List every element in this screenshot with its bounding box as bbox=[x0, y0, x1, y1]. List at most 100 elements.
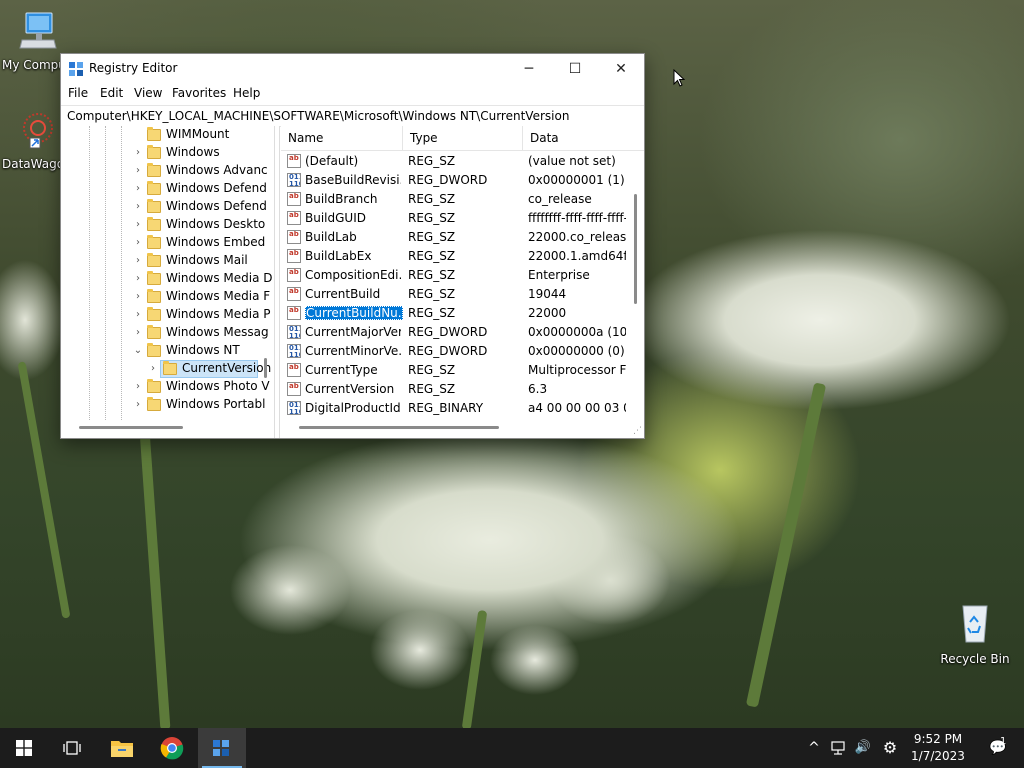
address-bar[interactable]: Computer\HKEY_LOCAL_MACHINE\SOFTWARE\Mic… bbox=[61, 105, 644, 127]
chevron-right-icon[interactable]: › bbox=[131, 396, 145, 414]
chevron-right-icon[interactable]: › bbox=[131, 180, 145, 198]
column-header-type[interactable]: Type bbox=[403, 126, 523, 150]
column-header-data[interactable]: Data bbox=[523, 126, 644, 150]
desktop-icon-recycle-bin[interactable]: Recycle Bin bbox=[937, 600, 1013, 666]
tree-item-label: Windows Defend bbox=[166, 199, 267, 213]
minimize-button[interactable]: ─ bbox=[506, 54, 552, 84]
tree-item[interactable]: › Windows Defend bbox=[61, 180, 274, 198]
value-row-selected[interactable]: ab CurrentBuildNu... REG_SZ 22000 bbox=[281, 304, 631, 323]
file-explorer-taskbar-button[interactable] bbox=[98, 728, 146, 768]
tree-expander[interactable] bbox=[131, 126, 145, 144]
menu-favorites[interactable]: Favorites bbox=[172, 86, 226, 100]
value-name: CurrentBuildNu... bbox=[305, 306, 403, 320]
value-row[interactable]: ab (Default) REG_SZ (value not set) bbox=[281, 152, 631, 171]
menu-help[interactable]: Help bbox=[233, 86, 260, 100]
show-hidden-icons-chevron[interactable]: ^ bbox=[804, 728, 824, 768]
tree-item[interactable]: › Windows Photo V bbox=[61, 378, 274, 396]
binary-value-icon: 011 110 bbox=[287, 173, 301, 187]
chrome-taskbar-button[interactable] bbox=[148, 728, 196, 768]
chevron-right-icon[interactable]: › bbox=[131, 270, 145, 288]
menu-view[interactable]: View bbox=[134, 86, 162, 100]
tree-item[interactable]: › Windows Portabl bbox=[61, 396, 274, 414]
chevron-right-icon[interactable]: › bbox=[146, 360, 160, 378]
chevron-right-icon[interactable]: › bbox=[131, 162, 145, 180]
chevron-right-icon[interactable]: › bbox=[131, 288, 145, 306]
tree-horizontal-scrollbar[interactable] bbox=[79, 426, 183, 429]
settings-gear-icon[interactable]: ⚙ bbox=[878, 728, 902, 768]
values-horizontal-scrollbar[interactable] bbox=[299, 426, 499, 429]
folder-icon bbox=[147, 271, 161, 285]
close-button[interactable]: ✕ bbox=[598, 54, 644, 84]
value-row[interactable]: ab CompositionEdi... REG_SZ Enterprise bbox=[281, 266, 631, 285]
chevron-right-icon[interactable]: › bbox=[131, 252, 145, 270]
tree-item[interactable]: › Windows Mail bbox=[61, 252, 274, 270]
task-view-button[interactable] bbox=[48, 728, 96, 768]
chevron-right-icon[interactable]: › bbox=[131, 144, 145, 162]
value-name: CurrentMinorVe... bbox=[305, 344, 401, 358]
chevron-right-icon[interactable]: › bbox=[131, 198, 145, 216]
menu-file[interactable]: File bbox=[68, 86, 88, 100]
tree-item[interactable]: › Windows Deskto bbox=[61, 216, 274, 234]
tree-item[interactable]: › Windows Defend bbox=[61, 198, 274, 216]
value-row[interactable]: 011 110 DigitalProductId REG_BINARY a4 0… bbox=[281, 399, 631, 418]
registry-editor-window[interactable]: Registry Editor ─ ☐ ✕ File Edit View Fav… bbox=[60, 53, 645, 439]
tree-item-windows-nt[interactable]: ⌄ Windows NT bbox=[61, 342, 274, 360]
values-list-pane[interactable]: Name Type Data ab (Default) REG_SZ (valu… bbox=[281, 126, 644, 438]
registry-editor-icon bbox=[68, 61, 84, 77]
value-data: co_release bbox=[528, 192, 592, 206]
start-button[interactable] bbox=[0, 728, 48, 768]
chevron-right-icon[interactable]: › bbox=[131, 378, 145, 396]
chevron-down-icon[interactable]: ⌄ bbox=[131, 342, 145, 360]
tree-item[interactable]: › Windows bbox=[61, 144, 274, 162]
tree-item[interactable]: WIMMount bbox=[61, 126, 274, 144]
chevron-right-icon[interactable]: › bbox=[131, 306, 145, 324]
value-row[interactable]: ab BuildGUID REG_SZ ffffffff-ffff-ffff-f… bbox=[281, 209, 631, 228]
value-row[interactable]: ab CurrentBuild REG_SZ 19044 bbox=[281, 285, 631, 304]
tree-item-label: CurrentVersion bbox=[182, 361, 272, 375]
chevron-right-icon[interactable]: › bbox=[131, 216, 145, 234]
value-row[interactable]: ab CurrentVersion REG_SZ 6.3 bbox=[281, 380, 631, 399]
notification-center-button[interactable]: 💬 1 bbox=[978, 728, 1018, 768]
value-row[interactable]: ab BuildLabEx REG_SZ 22000.1.amd64fre.c bbox=[281, 247, 631, 266]
value-row[interactable]: ab CurrentType REG_SZ Multiprocessor Fre bbox=[281, 361, 631, 380]
folder-icon bbox=[147, 199, 161, 213]
task-view-icon bbox=[63, 741, 81, 755]
value-row[interactable]: 011 110 CurrentMajorVer... REG_DWORD 0x0… bbox=[281, 323, 631, 342]
volume-icon[interactable]: 🔊 bbox=[852, 728, 874, 768]
maximize-button[interactable]: ☐ bbox=[552, 54, 598, 84]
pane-splitter[interactable] bbox=[274, 126, 280, 438]
clock[interactable]: 9:52 PM 1/7/2023 bbox=[904, 731, 972, 765]
string-value-icon: ab bbox=[287, 382, 301, 396]
value-type: REG_SZ bbox=[408, 287, 456, 301]
title-bar[interactable]: Registry Editor ─ ☐ ✕ bbox=[61, 54, 644, 84]
tree-item[interactable]: › Windows Media F bbox=[61, 288, 274, 306]
column-headers: Name Type Data bbox=[281, 126, 644, 151]
key-tree-pane[interactable]: WIMMount › Windows › Windows Advanc › Wi… bbox=[61, 126, 274, 438]
open-folder-icon bbox=[163, 361, 177, 375]
tree-item[interactable]: › Windows Messag bbox=[61, 324, 274, 342]
tree-vertical-scrollbar[interactable] bbox=[264, 358, 267, 378]
column-header-name[interactable]: Name bbox=[281, 126, 403, 150]
value-row[interactable]: ab BuildLab REG_SZ 22000.co_release.2 bbox=[281, 228, 631, 247]
value-type: REG_SZ bbox=[408, 154, 456, 168]
resize-grip-icon[interactable]: ⋰ bbox=[633, 426, 642, 436]
value-data: Enterprise bbox=[528, 268, 590, 282]
file-explorer-icon bbox=[111, 741, 133, 757]
values-vertical-scrollbar[interactable] bbox=[634, 194, 637, 304]
address-path[interactable]: Computer\HKEY_LOCAL_MACHINE\SOFTWARE\Mic… bbox=[67, 109, 569, 123]
value-row[interactable]: ab BuildBranch REG_SZ co_release bbox=[281, 190, 631, 209]
plant-stem bbox=[461, 609, 488, 728]
value-row[interactable]: 011 110 BaseBuildRevisi... REG_DWORD 0x0… bbox=[281, 171, 631, 190]
tree-item[interactable]: › Windows Media P bbox=[61, 306, 274, 324]
network-icon[interactable] bbox=[828, 728, 850, 768]
chevron-right-icon[interactable]: › bbox=[131, 324, 145, 342]
menu-edit[interactable]: Edit bbox=[100, 86, 123, 100]
tree-item[interactable]: › Windows Media D bbox=[61, 270, 274, 288]
tree-item-currentversion[interactable]: › CurrentVersion bbox=[61, 360, 274, 378]
tree-item[interactable]: › Windows Embed bbox=[61, 234, 274, 252]
desktop-icon-my-computer[interactable]: My Compu bbox=[0, 10, 76, 72]
chevron-right-icon[interactable]: › bbox=[131, 234, 145, 252]
registry-editor-taskbar-button[interactable] bbox=[198, 728, 246, 768]
tree-item[interactable]: › Windows Advanc bbox=[61, 162, 274, 180]
value-row[interactable]: 011 110 CurrentMinorVe... REG_DWORD 0x00… bbox=[281, 342, 631, 361]
